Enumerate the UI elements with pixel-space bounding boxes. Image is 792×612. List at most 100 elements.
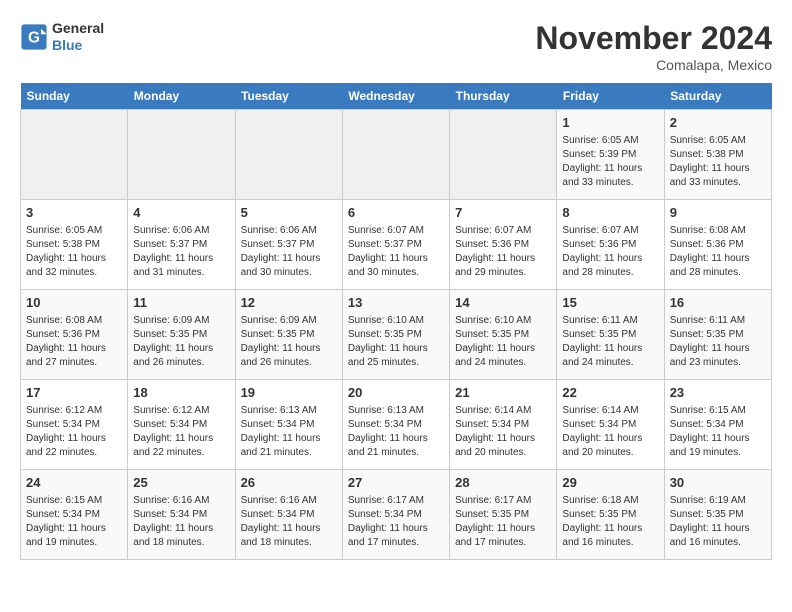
day-number: 28 bbox=[455, 474, 551, 492]
day-info: Sunrise: 6:09 AMSunset: 5:35 PMDaylight:… bbox=[241, 315, 321, 368]
header-monday: Monday bbox=[128, 83, 235, 110]
logo-line2: Blue bbox=[52, 37, 104, 54]
day-info: Sunrise: 6:14 AMSunset: 5:34 PMDaylight:… bbox=[455, 405, 535, 458]
day-info: Sunrise: 6:09 AMSunset: 5:35 PMDaylight:… bbox=[133, 315, 213, 368]
day-number: 6 bbox=[348, 204, 444, 222]
logo-line1: General bbox=[52, 20, 104, 37]
week-row-0: 1 Sunrise: 6:05 AMSunset: 5:39 PMDaylight… bbox=[21, 110, 772, 200]
day-info: Sunrise: 6:17 AMSunset: 5:35 PMDaylight:… bbox=[455, 495, 535, 548]
day-info: Sunrise: 6:11 AMSunset: 5:35 PMDaylight:… bbox=[562, 315, 642, 368]
day-info: Sunrise: 6:19 AMSunset: 5:35 PMDaylight:… bbox=[670, 495, 750, 548]
calendar-body: 1 Sunrise: 6:05 AMSunset: 5:39 PMDaylight… bbox=[21, 110, 772, 560]
day-number: 17 bbox=[26, 384, 122, 402]
day-number: 30 bbox=[670, 474, 766, 492]
day-number: 24 bbox=[26, 474, 122, 492]
page-header: G General Blue November 2024 Comalapa, M… bbox=[20, 20, 772, 73]
day-info: Sunrise: 6:05 AMSunset: 5:39 PMDaylight:… bbox=[562, 135, 642, 188]
cell-4-3: 27 Sunrise: 6:17 AMSunset: 5:34 PMDayligh… bbox=[342, 470, 449, 560]
header-sunday: Sunday bbox=[21, 83, 128, 110]
day-number: 25 bbox=[133, 474, 229, 492]
week-row-1: 3Sunrise: 6:05 AMSunset: 5:38 PMDaylight… bbox=[21, 200, 772, 290]
day-info: Sunrise: 6:16 AMSunset: 5:34 PMDaylight:… bbox=[133, 495, 213, 548]
day-info: Sunrise: 6:06 AMSunset: 5:37 PMDaylight:… bbox=[133, 225, 213, 278]
cell-1-6: 9Sunrise: 6:08 AMSunset: 5:36 PMDaylight… bbox=[664, 200, 771, 290]
cell-0-0 bbox=[21, 110, 128, 200]
cell-1-4: 7Sunrise: 6:07 AMSunset: 5:36 PMDaylight… bbox=[450, 200, 557, 290]
logo: G General Blue bbox=[20, 20, 104, 54]
day-number: 23 bbox=[670, 384, 766, 402]
day-number: 19 bbox=[241, 384, 337, 402]
day-info: Sunrise: 6:05 AMSunset: 5:38 PMDaylight:… bbox=[670, 135, 750, 188]
cell-3-1: 18 Sunrise: 6:12 AMSunset: 5:34 PMDayligh… bbox=[128, 380, 235, 470]
cell-2-4: 14Sunrise: 6:10 AMSunset: 5:35 PMDayligh… bbox=[450, 290, 557, 380]
cell-1-0: 3Sunrise: 6:05 AMSunset: 5:38 PMDaylight… bbox=[21, 200, 128, 290]
cell-2-2: 12 Sunrise: 6:09 AMSunset: 5:35 PMDayligh… bbox=[235, 290, 342, 380]
day-info: Sunrise: 6:07 AMSunset: 5:37 PMDaylight:… bbox=[348, 225, 428, 278]
cell-4-6: 30 Sunrise: 6:19 AMSunset: 5:35 PMDayligh… bbox=[664, 470, 771, 560]
cell-4-4: 28 Sunrise: 6:17 AMSunset: 5:35 PMDayligh… bbox=[450, 470, 557, 560]
day-number: 9 bbox=[670, 204, 766, 222]
day-number: 1 bbox=[562, 114, 658, 132]
day-info: Sunrise: 6:15 AMSunset: 5:34 PMDaylight:… bbox=[26, 495, 106, 548]
day-number: 2 bbox=[670, 114, 766, 132]
month-title: November 2024 bbox=[535, 20, 772, 57]
day-number: 11 bbox=[133, 294, 229, 312]
cell-0-1 bbox=[128, 110, 235, 200]
cell-2-5: 15Sunrise: 6:11 AMSunset: 5:35 PMDayligh… bbox=[557, 290, 664, 380]
day-number: 16 bbox=[670, 294, 766, 312]
day-info: Sunrise: 6:07 AMSunset: 5:36 PMDaylight:… bbox=[562, 225, 642, 278]
cell-4-5: 29 Sunrise: 6:18 AMSunset: 5:35 PMDayligh… bbox=[557, 470, 664, 560]
day-number: 10 bbox=[26, 294, 122, 312]
day-info: Sunrise: 6:12 AMSunset: 5:34 PMDaylight:… bbox=[133, 405, 213, 458]
day-number: 5 bbox=[241, 204, 337, 222]
day-number: 20 bbox=[348, 384, 444, 402]
cell-2-1: 11 Sunrise: 6:09 AMSunset: 5:35 PMDayligh… bbox=[128, 290, 235, 380]
day-number: 12 bbox=[241, 294, 337, 312]
day-info: Sunrise: 6:18 AMSunset: 5:35 PMDaylight:… bbox=[562, 495, 642, 548]
day-number: 26 bbox=[241, 474, 337, 492]
header-tuesday: Tuesday bbox=[235, 83, 342, 110]
day-info: Sunrise: 6:16 AMSunset: 5:34 PMDaylight:… bbox=[241, 495, 321, 548]
day-info: Sunrise: 6:10 AMSunset: 5:35 PMDaylight:… bbox=[455, 315, 535, 368]
cell-2-0: 10Sunrise: 6:08 AMSunset: 5:36 PMDayligh… bbox=[21, 290, 128, 380]
logo-icon: G bbox=[20, 23, 48, 51]
day-number: 27 bbox=[348, 474, 444, 492]
location: Comalapa, Mexico bbox=[535, 57, 772, 73]
cell-4-0: 24 Sunrise: 6:15 AMSunset: 5:34 PMDayligh… bbox=[21, 470, 128, 560]
cell-0-5: 1 Sunrise: 6:05 AMSunset: 5:39 PMDaylight… bbox=[557, 110, 664, 200]
header-wednesday: Wednesday bbox=[342, 83, 449, 110]
cell-1-1: 4Sunrise: 6:06 AMSunset: 5:37 PMDaylight… bbox=[128, 200, 235, 290]
day-number: 8 bbox=[562, 204, 658, 222]
cell-3-0: 17 Sunrise: 6:12 AMSunset: 5:34 PMDayligh… bbox=[21, 380, 128, 470]
header-row: Sunday Monday Tuesday Wednesday Thursday… bbox=[21, 83, 772, 110]
day-number: 29 bbox=[562, 474, 658, 492]
cell-0-4 bbox=[450, 110, 557, 200]
day-info: Sunrise: 6:17 AMSunset: 5:34 PMDaylight:… bbox=[348, 495, 428, 548]
cell-0-6: 2 Sunrise: 6:05 AMSunset: 5:38 PMDaylight… bbox=[664, 110, 771, 200]
day-number: 21 bbox=[455, 384, 551, 402]
week-row-4: 24 Sunrise: 6:15 AMSunset: 5:34 PMDayligh… bbox=[21, 470, 772, 560]
cell-3-3: 20 Sunrise: 6:13 AMSunset: 5:34 PMDayligh… bbox=[342, 380, 449, 470]
day-number: 22 bbox=[562, 384, 658, 402]
cell-1-2: 5 Sunrise: 6:06 AMSunset: 5:37 PMDaylight… bbox=[235, 200, 342, 290]
cell-3-4: 21 Sunrise: 6:14 AMSunset: 5:34 PMDayligh… bbox=[450, 380, 557, 470]
day-info: Sunrise: 6:06 AMSunset: 5:37 PMDaylight:… bbox=[241, 225, 321, 278]
day-info: Sunrise: 6:13 AMSunset: 5:34 PMDaylight:… bbox=[348, 405, 428, 458]
day-info: Sunrise: 6:12 AMSunset: 5:34 PMDaylight:… bbox=[26, 405, 106, 458]
cell-0-2 bbox=[235, 110, 342, 200]
cell-4-2: 26 Sunrise: 6:16 AMSunset: 5:34 PMDayligh… bbox=[235, 470, 342, 560]
day-number: 18 bbox=[133, 384, 229, 402]
day-info: Sunrise: 6:05 AMSunset: 5:38 PMDaylight:… bbox=[26, 225, 106, 278]
logo-text: General Blue bbox=[52, 20, 104, 54]
cell-3-2: 19Sunrise: 6:13 AMSunset: 5:34 PMDayligh… bbox=[235, 380, 342, 470]
cell-2-3: 13 Sunrise: 6:10 AMSunset: 5:35 PMDayligh… bbox=[342, 290, 449, 380]
day-number: 13 bbox=[348, 294, 444, 312]
header-friday: Friday bbox=[557, 83, 664, 110]
cell-0-3 bbox=[342, 110, 449, 200]
week-row-3: 17 Sunrise: 6:12 AMSunset: 5:34 PMDayligh… bbox=[21, 380, 772, 470]
calendar-table: Sunday Monday Tuesday Wednesday Thursday… bbox=[20, 83, 772, 560]
day-info: Sunrise: 6:10 AMSunset: 5:35 PMDaylight:… bbox=[348, 315, 428, 368]
cell-2-6: 16Sunrise: 6:11 AMSunset: 5:35 PMDayligh… bbox=[664, 290, 771, 380]
day-info: Sunrise: 6:14 AMSunset: 5:34 PMDaylight:… bbox=[562, 405, 642, 458]
header-thursday: Thursday bbox=[450, 83, 557, 110]
